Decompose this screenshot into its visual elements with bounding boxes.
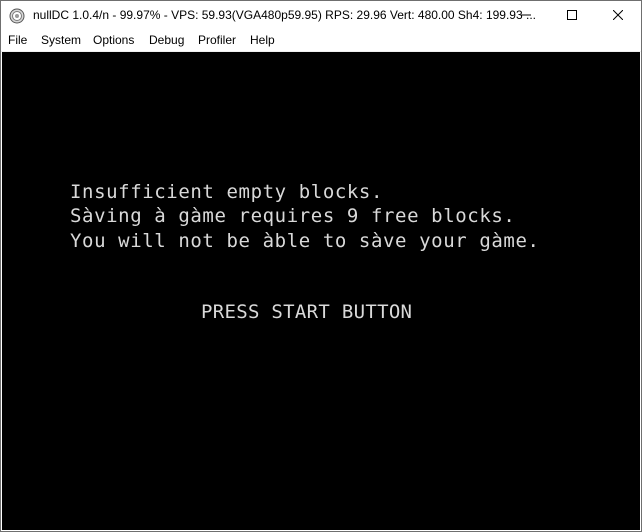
title-bar[interactable]: nullDC 1.0.4/n - 99.97% - VPS: 59.93(VGA… [1,1,641,31]
minimize-button[interactable] [503,1,549,31]
menu-debug[interactable]: Debug [149,33,184,47]
close-icon [612,7,624,25]
maximize-icon [567,7,577,25]
menu-help[interactable]: Help [250,33,275,47]
emulator-window: nullDC 1.0.4/n - 99.97% - VPS: 59.93(VGA… [0,0,642,532]
app-icon [9,8,25,24]
press-start-prompt: PRESS START BUTTON [201,301,413,323]
game-screen[interactable]: Insufficient empty blocks. Sàving à gàme… [2,52,640,530]
menu-system[interactable]: System [41,33,81,47]
close-button[interactable] [595,1,641,31]
menu-options[interactable]: Options [93,33,134,47]
menu-profiler[interactable]: Profiler [198,33,236,47]
maximize-button[interactable] [549,1,595,31]
window-title: nullDC 1.0.4/n - 99.97% - VPS: 59.93(VGA… [33,8,536,22]
message-line-3: You will not be àble to sàve your gàme. [70,230,540,252]
message-line-1: Insufficient empty blocks. [70,181,384,203]
menu-bar: File System Options Debug Profiler Help [1,31,641,52]
minimize-icon [521,7,531,25]
menu-file[interactable]: File [8,33,27,47]
message-line-2: Sàving à gàme requires 9 free blocks. [70,205,516,227]
